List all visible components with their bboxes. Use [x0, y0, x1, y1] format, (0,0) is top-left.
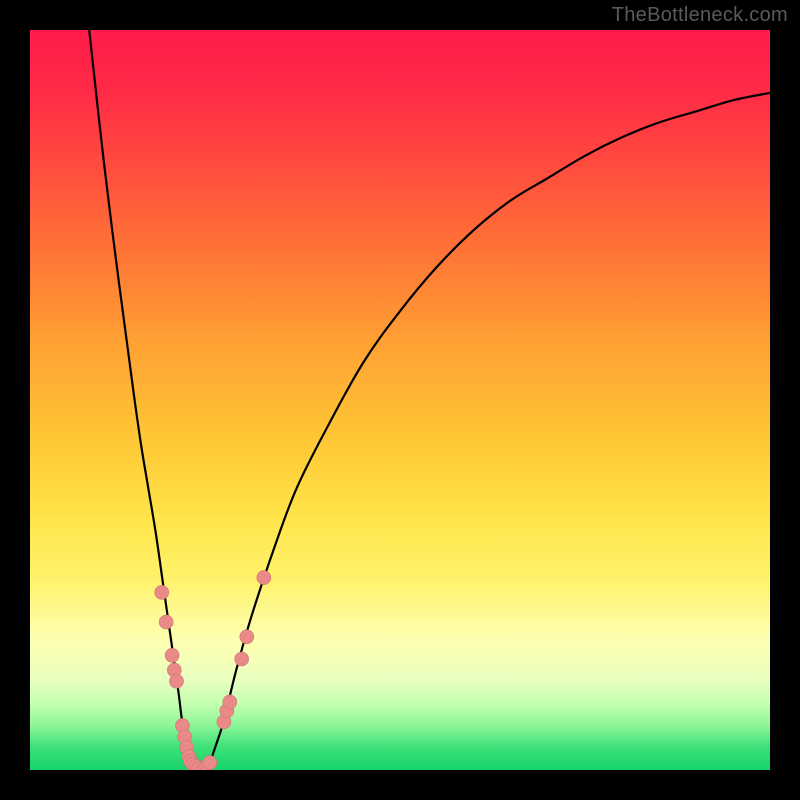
watermark-text: TheBottleneck.com [612, 4, 788, 27]
data-marker [155, 585, 169, 599]
chart-frame: TheBottleneck.com [0, 0, 800, 800]
data-marker [159, 615, 173, 629]
curve-right-branch [208, 93, 770, 770]
data-marker [165, 648, 179, 662]
data-marker [257, 571, 271, 585]
bottleneck-curve [30, 30, 770, 770]
data-marker [170, 674, 184, 688]
data-marker [203, 756, 217, 770]
data-marker [223, 695, 237, 709]
data-marker [235, 652, 249, 666]
plot-area [30, 30, 770, 770]
data-marker [240, 630, 254, 644]
